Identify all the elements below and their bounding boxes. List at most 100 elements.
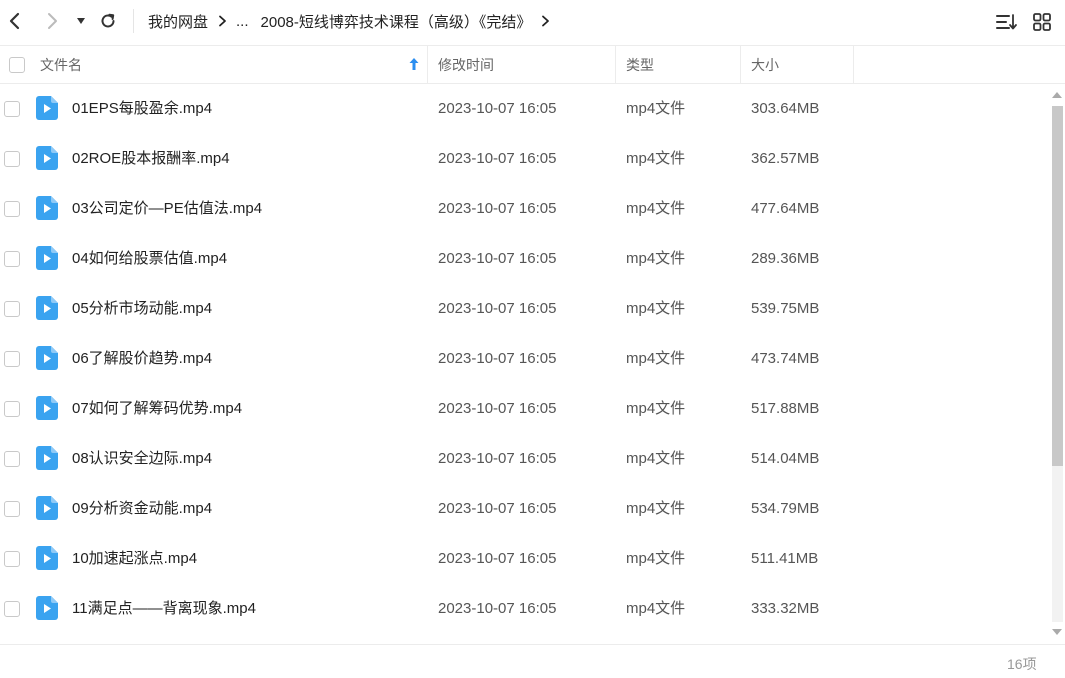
file-type: mp4文件 (626, 550, 686, 567)
file-type: mp4文件 (626, 500, 686, 517)
file-modified: 2023-10-07 16:05 (438, 200, 557, 217)
video-file-icon (36, 246, 58, 270)
file-type: mp4文件 (626, 600, 686, 617)
file-size: 303.64MB (751, 100, 820, 117)
file-modified: 2023-10-07 16:05 (438, 550, 557, 567)
file-name: 03公司定价—PE估值法.mp4 (72, 200, 263, 217)
row-checkbox[interactable] (4, 451, 20, 467)
column-header-name-label: 文件名 (40, 56, 82, 73)
file-name: 04如何给股票估值.mp4 (72, 250, 228, 267)
breadcrumb-current[interactable]: 2008-短线博弈技术课程（高级）《完结》 (261, 11, 532, 32)
file-size: 514.04MB (751, 450, 820, 467)
table-row[interactable]: 11满足点——背离现象.mp4 2023-10-07 16:05 mp4文件 333.… (0, 584, 1050, 634)
row-checkbox[interactable] (4, 551, 20, 567)
table-row[interactable]: 10加速起涨点.mp4 2023-10-07 16:05 mp4文件 511.41MB (0, 534, 1050, 584)
row-checkbox[interactable] (4, 301, 20, 317)
video-file-icon (36, 596, 58, 620)
row-checkbox[interactable] (4, 351, 20, 367)
table-row[interactable]: 08认识安全边际.mp4 2023-10-07 16:05 mp4文件 514.04M… (0, 434, 1050, 484)
column-divider[interactable] (853, 46, 854, 83)
back-button[interactable] (3, 9, 27, 33)
chevron-right-icon (48, 13, 57, 29)
file-modified: 2023-10-07 16:05 (438, 250, 557, 267)
breadcrumb: 我的网盘 ... 2008-短线博弈技术课程（高级）《完结》 (148, 0, 559, 42)
column-header-type[interactable]: 类型 (626, 46, 654, 83)
history-dropdown-button[interactable] (70, 9, 92, 33)
column-divider[interactable] (740, 46, 741, 83)
table-row[interactable]: 03公司定价—PE估值法.mp4 2023-10-07 16:05 mp4文件 477… (0, 184, 1050, 234)
video-file-icon (36, 146, 58, 170)
video-file-icon (36, 346, 58, 370)
row-checkbox[interactable] (4, 501, 20, 517)
sort-list-icon (996, 14, 1017, 30)
file-name: 06了解股价趋势.mp4 (72, 350, 213, 367)
file-type: mp4文件 (626, 150, 686, 167)
column-header-modified-label: 修改时间 (438, 56, 494, 73)
file-modified: 2023-10-07 16:05 (438, 300, 557, 317)
row-checkbox[interactable] (4, 201, 20, 217)
file-modified: 2023-10-07 16:05 (438, 350, 557, 367)
file-size: 539.75MB (751, 300, 820, 317)
video-file-icon (36, 446, 58, 470)
file-name: 11满足点——背离现象.mp4 (72, 600, 256, 617)
chevron-left-icon (9, 12, 20, 30)
table-row[interactable]: 07如何了解筹码优势.mp4 2023-10-07 16:05 mp4文件 517.8… (0, 384, 1050, 434)
file-type: mp4文件 (626, 300, 686, 317)
file-name: 05分析市场动能.mp4 (72, 300, 213, 317)
video-file-icon (36, 196, 58, 220)
breadcrumb-chevron-icon (218, 15, 227, 27)
breadcrumb-ellipsis[interactable]: ... (236, 13, 249, 30)
video-file-icon (36, 96, 58, 120)
file-type: mp4文件 (626, 200, 686, 217)
scroll-down-arrow-icon[interactable] (1051, 627, 1063, 637)
select-all-checkbox[interactable] (9, 57, 25, 73)
file-type: mp4文件 (626, 450, 686, 467)
sort-button[interactable] (996, 11, 1018, 33)
file-size: 333.32MB (751, 600, 820, 617)
video-file-icon (36, 496, 58, 520)
toolbar: 我的网盘 ... 2008-短线博弈技术课程（高级）《完结》 (0, 0, 1065, 42)
file-name: 10加速起涨点.mp4 (72, 550, 198, 567)
table-row[interactable]: 06了解股价趋势.mp4 2023-10-07 16:05 mp4文件 473.74M… (0, 334, 1050, 384)
caret-down-icon (77, 18, 85, 24)
table-row[interactable]: 02ROE股本报酬率.mp4 2023-10-07 16:05 mp4文件 362.5… (0, 134, 1050, 184)
item-count: 16项 (1007, 656, 1037, 672)
table-row[interactable]: 09分析资金动能.mp4 2023-10-07 16:05 mp4文件 534.79M… (0, 484, 1050, 534)
row-checkbox[interactable] (4, 601, 20, 617)
file-name: 02ROE股本报酬率.mp4 (72, 150, 230, 167)
toolbar-divider (133, 9, 134, 33)
file-name: 01EPS每股盈余.mp4 (72, 100, 213, 117)
column-header-type-label: 类型 (626, 56, 654, 73)
forward-button[interactable] (40, 9, 64, 33)
table-row[interactable]: 01EPS每股盈余.mp4 2023-10-07 16:05 mp4文件 303.64… (0, 84, 1050, 134)
column-divider[interactable] (427, 46, 428, 83)
row-checkbox[interactable] (4, 401, 20, 417)
file-size: 511.41MB (751, 550, 819, 567)
scrollbar-thumb[interactable] (1052, 106, 1063, 466)
breadcrumb-chevron-icon[interactable] (541, 15, 550, 27)
column-header-modified[interactable]: 修改时间 (438, 46, 494, 83)
scroll-up-arrow-icon[interactable] (1051, 90, 1063, 100)
row-checkbox[interactable] (4, 151, 20, 167)
refresh-button[interactable] (96, 9, 120, 33)
sort-ascending-icon[interactable] (408, 57, 420, 71)
grid-view-button[interactable] (1031, 11, 1053, 33)
file-size: 534.79MB (751, 500, 820, 517)
column-header-size[interactable]: 大小 (751, 46, 779, 83)
file-list-header: 文件名 修改时间 类型 大小 (0, 45, 1065, 84)
row-checkbox[interactable] (4, 251, 20, 267)
table-row[interactable]: 04如何给股票估值.mp4 2023-10-07 16:05 mp4文件 289.36… (0, 234, 1050, 284)
refresh-icon (101, 13, 115, 28)
breadcrumb-root[interactable]: 我的网盘 (148, 11, 208, 32)
file-size: 473.74MB (751, 350, 820, 367)
row-checkbox[interactable] (4, 101, 20, 117)
file-size: 477.64MB (751, 200, 820, 217)
column-header-name[interactable]: 文件名 (40, 46, 82, 83)
grid-view-icon (1033, 13, 1051, 31)
column-divider[interactable] (615, 46, 616, 83)
file-size: 517.88MB (751, 400, 820, 417)
file-modified: 2023-10-07 16:05 (438, 150, 557, 167)
file-type: mp4文件 (626, 250, 686, 267)
table-row[interactable]: 05分析市场动能.mp4 2023-10-07 16:05 mp4文件 539.75M… (0, 284, 1050, 334)
file-name: 07如何了解筹码优势.mp4 (72, 400, 243, 417)
